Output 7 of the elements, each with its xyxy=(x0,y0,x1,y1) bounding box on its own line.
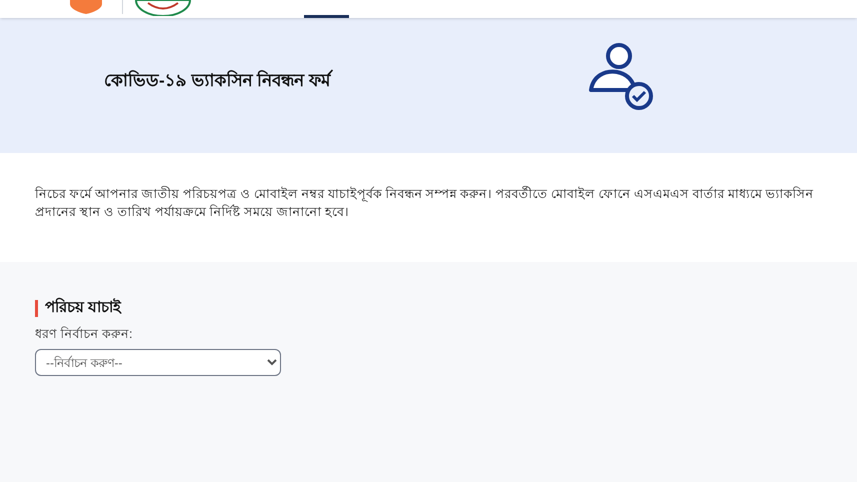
shield-icon xyxy=(68,0,104,14)
page-title: কোভিড-১৯ ভ্যাকসিন নিবন্ধন ফর্ম xyxy=(104,68,330,94)
field-label: ধরণ নির্বাচন করুন: xyxy=(35,326,134,342)
section-title: পরিচয় যাচাই xyxy=(45,297,122,318)
type-select[interactable]: --নির্বাচন করুণ-- xyxy=(35,349,281,376)
intro-text: নিচের ফর্মে আপনার জাতীয় পরিচয়পত্র ও মোবাইল নম্বর যাচাইপূর্বক নিবন্ধন সম্পন্ন করুন। পরবর্তীতে মোবাইল ফোনে এসএমএস বার্তার মাধ্যমে ভ্যাকসিন প্রদানের স্থান ও তারিখ পর্যায়ক্রমে নির্দিষ্ট সময়ে জানানো হবে। xyxy=(35,185,815,221)
nav-tab-indicator[interactable] xyxy=(304,15,349,18)
